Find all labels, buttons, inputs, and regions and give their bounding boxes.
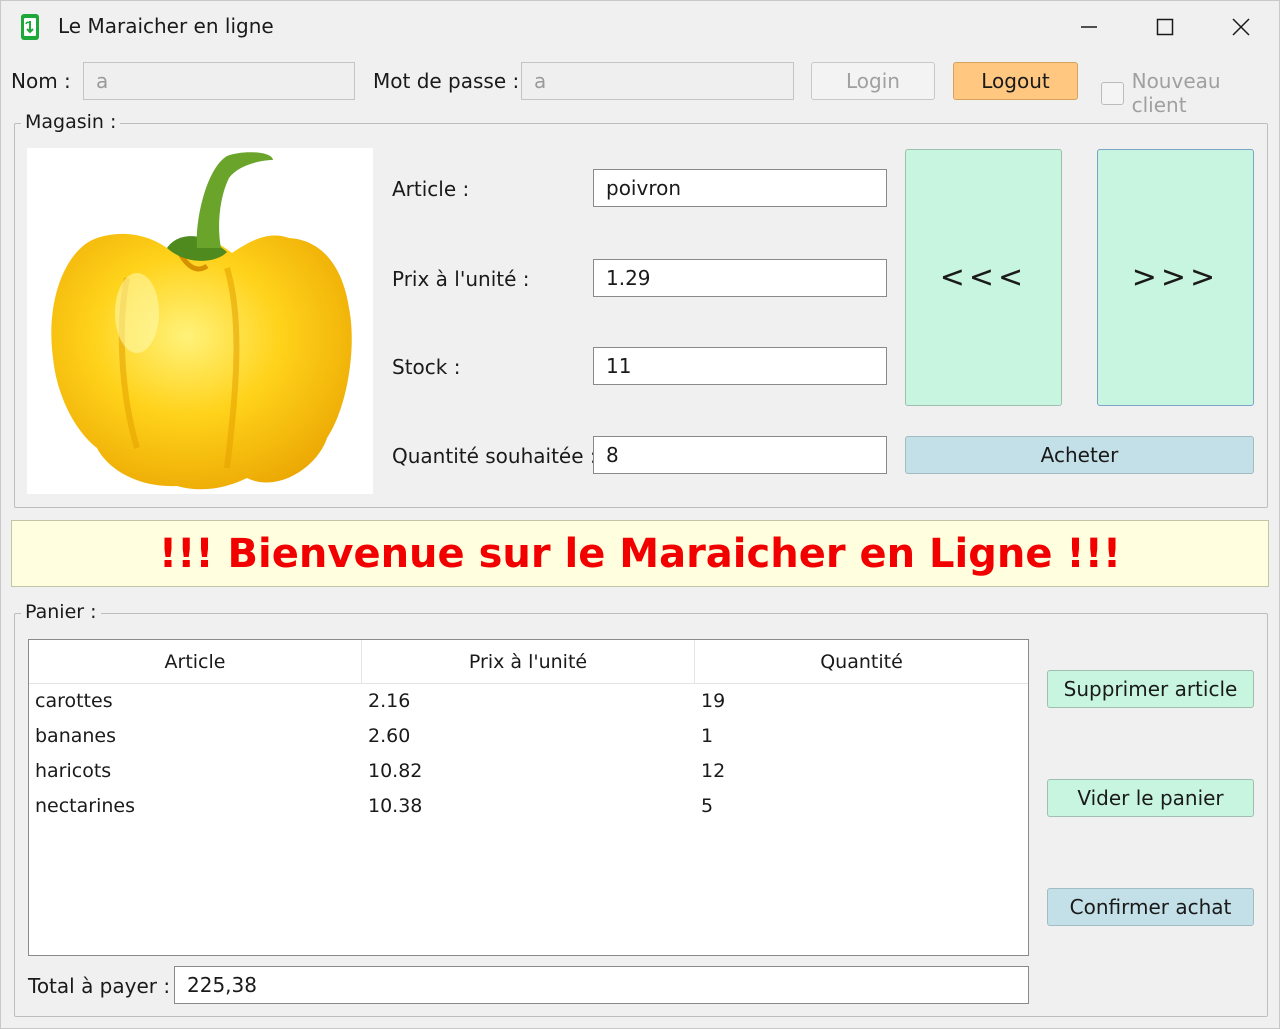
quantite-input[interactable]: 8 [593,436,887,474]
login-button[interactable]: Login [811,62,935,100]
cell-article: haricots [35,760,112,782]
table-row[interactable]: haricots 10.82 12 [29,754,1028,789]
column-header-article[interactable]: Article [29,640,362,684]
nom-label: Nom : [11,69,71,93]
magasin-title: Magasin : [21,111,121,133]
cell-quantite: 12 [701,760,726,782]
product-image [27,148,373,494]
cell-prix: 10.82 [368,760,423,782]
panier-table: Article Prix à l'unité Quantité carottes… [28,639,1029,956]
table-header: Article Prix à l'unité Quantité [29,640,1028,684]
password-label: Mot de passe : [373,69,520,93]
cell-article: nectarines [35,795,135,817]
nom-input[interactable]: a [83,62,355,100]
prix-label: Prix à l'unité : [392,267,530,291]
yellow-bell-pepper-image [51,152,352,490]
minimize-icon [1081,26,1097,28]
acheter-button[interactable]: Acheter [905,436,1254,474]
title-bar: Le Maraicher en ligne [1,1,1280,53]
cell-quantite: 1 [701,725,714,747]
article-label: Article : [392,177,470,201]
welcome-banner: !!! Bienvenue sur le Maraicher en Ligne … [11,520,1269,587]
new-client-toggle[interactable]: Nouveau client [1101,69,1279,117]
confirmer-achat-button[interactable]: Confirmer achat [1047,888,1254,926]
column-header-prix[interactable]: Prix à l'unité [362,640,695,684]
previous-article-button[interactable]: <<< [905,149,1062,406]
cell-prix: 10.38 [368,795,423,817]
total-label: Total à payer : [28,974,171,998]
maximize-icon [1156,18,1174,36]
app-icon [21,14,39,40]
stock-field[interactable]: 11 [593,347,887,385]
supprimer-article-button[interactable]: Supprimer article [1047,670,1254,708]
quantite-label: Quantité souhaitée : [392,444,597,468]
table-row[interactable]: bananes 2.60 1 [29,719,1028,754]
password-input[interactable]: a [521,62,794,100]
window-title: Le Maraicher en ligne [58,14,274,38]
cell-prix: 2.60 [368,725,411,747]
article-field[interactable]: poivron [593,169,887,207]
table-row[interactable]: carottes 2.16 19 [29,684,1028,719]
close-icon [1232,18,1250,36]
minimize-button[interactable] [1069,9,1109,45]
column-header-quantite[interactable]: Quantité [695,640,1028,684]
table-row[interactable]: nectarines 10.38 5 [29,789,1028,824]
maximize-button[interactable] [1145,9,1185,45]
new-client-checkbox[interactable] [1101,81,1124,105]
new-client-label: Nouveau client [1131,69,1221,117]
cell-quantite: 19 [701,690,726,712]
next-article-button[interactable]: >>> [1097,149,1254,406]
cell-article: carottes [35,690,113,712]
vider-panier-button[interactable]: Vider le panier [1047,779,1254,817]
prix-field[interactable]: 1.29 [593,259,887,297]
cell-article: bananes [35,725,117,747]
cell-prix: 2.16 [368,690,411,712]
panier-title: Panier : [21,601,101,623]
close-button[interactable] [1221,9,1261,45]
logout-button[interactable]: Logout [953,62,1078,100]
total-field[interactable]: 225,38 [174,966,1029,1004]
stock-label: Stock : [392,355,461,379]
app-window: Le Maraicher en ligne Nom : a Mot de pas… [0,0,1280,1029]
cell-quantite: 5 [701,795,714,817]
